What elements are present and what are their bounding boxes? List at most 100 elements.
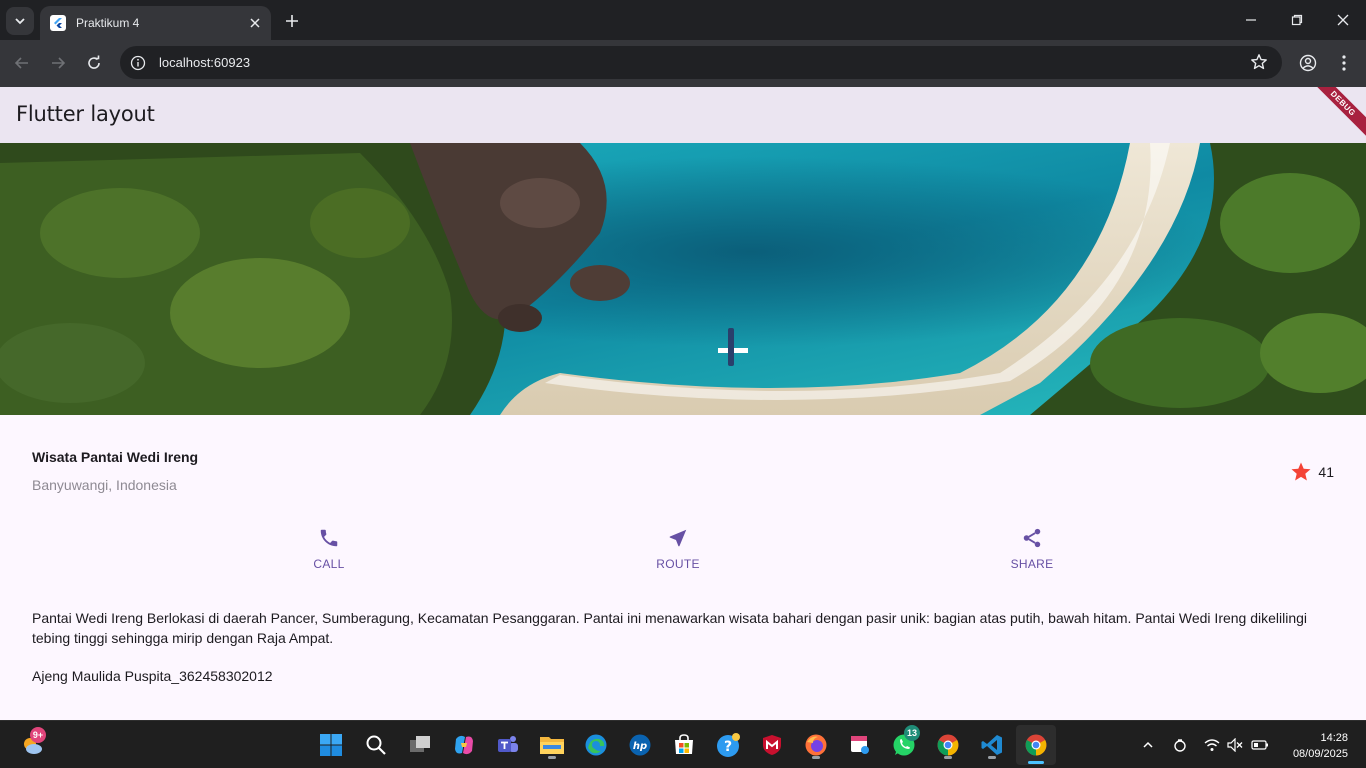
search-icon [366,735,386,755]
hp-icon: hp [629,734,651,756]
rating-count: 41 [1318,464,1334,480]
file-explorer-button[interactable] [536,729,568,761]
rating: 41 [1290,461,1334,483]
firefox-button[interactable] [800,729,832,761]
close-icon [1337,14,1349,26]
place-location: Banyuwangi, Indonesia [32,477,177,493]
site-info-icon[interactable] [130,55,146,71]
more-vertical-icon [1342,55,1346,71]
copilot-icon [455,735,473,755]
browser-tabstrip: Praktikum 4 [0,0,1366,40]
tab-search-button[interactable] [6,7,34,35]
restore-button[interactable] [1274,0,1320,40]
close-window-button[interactable] [1320,0,1366,40]
wifi-icon [1204,739,1220,751]
battery-tray-icon[interactable] [1250,735,1270,755]
profile-button[interactable] [1296,51,1320,75]
browser-tab[interactable]: Praktikum 4 [40,6,271,40]
windows-start-icon [320,734,342,756]
beach-hero-image [0,143,1366,415]
ms-store-button[interactable] [668,729,700,761]
url-text: localhost:60923 [159,55,251,70]
mcafee-button[interactable] [756,729,788,761]
search-button[interactable] [360,729,392,761]
edge-button[interactable] [580,729,612,761]
place-name: Wisata Pantai Wedi Ireng [32,449,199,465]
running-indicator [988,756,996,759]
page-title: Flutter layout [16,102,155,126]
help-button[interactable]: ? [712,729,744,761]
weather-badge: 9+ [30,727,46,743]
browser-menu-button[interactable] [1332,51,1356,75]
back-button[interactable] [10,51,34,75]
sync-tray-icon[interactable] [1170,735,1190,755]
chrome-icon [1025,734,1047,756]
snipping-tool-icon [851,736,869,754]
clock-time: 14:28 [1320,732,1348,744]
sync-icon [1174,739,1186,752]
description-text: Pantai Wedi Ireng Berlokasi di daerah Pa… [32,610,1308,646]
mcafee-shield-icon [763,735,781,755]
address-bar[interactable]: localhost:60923 [120,46,1282,79]
start-button[interactable] [315,729,347,761]
near-me-icon [669,529,687,547]
folder-icon [540,737,564,754]
hp-button[interactable]: hp [624,729,656,761]
task-view-icon [410,736,430,752]
restore-icon [1291,14,1303,26]
whatsapp-badge: 13 [904,725,920,741]
svg-text:hp: hp [633,741,647,752]
tab-close-button[interactable] [245,13,265,33]
tab-title: Praktikum 4 [76,16,140,30]
route-button[interactable]: ROUTE [638,527,718,571]
teams-button[interactable] [492,729,524,761]
action-buttons: CALL ROUTE SHARE [0,527,1366,577]
show-hidden-icons-button[interactable] [1138,735,1158,755]
share-label: SHARE [1010,557,1054,571]
browser-toolbar: localhost:60923 [0,40,1366,87]
phone-icon [320,529,338,547]
bookmark-star-icon[interactable] [1250,53,1268,71]
plus-icon [286,15,298,27]
chevron-down-icon [15,18,25,25]
forward-button[interactable] [46,51,70,75]
minimize-button[interactable] [1228,0,1274,40]
reload-button[interactable] [82,51,106,75]
weather-widget[interactable]: 9+ [16,727,48,761]
running-indicator [812,756,820,759]
route-label: ROUTE [656,557,700,571]
svg-text:?: ? [724,739,732,755]
battery-icon [1251,740,1268,750]
whatsapp-button[interactable]: 13 [888,725,920,761]
chrome-button[interactable] [1016,725,1056,765]
teams-icon [498,736,518,752]
running-indicator [944,756,952,759]
chrome-profile-button[interactable] [932,729,964,761]
volume-muted-icon [1227,738,1243,752]
arrow-right-icon [52,57,66,69]
edge-icon [585,734,607,756]
active-indicator [1028,761,1044,764]
clock[interactable]: 14:28 08/09/2025 [1293,730,1348,762]
task-view-button[interactable] [404,729,436,761]
copilot-button[interactable] [448,729,480,761]
vscode-button[interactable] [976,729,1008,761]
volume-tray-icon[interactable] [1225,735,1245,755]
star-icon [1291,462,1311,481]
debug-banner: DEBUG [1306,87,1366,140]
call-label: CALL [313,557,345,571]
share-button[interactable]: SHARE [992,527,1072,571]
wifi-tray-icon[interactable] [1202,735,1222,755]
clock-date: 08/09/2025 [1292,748,1348,760]
chrome-icon [937,734,959,756]
help-icon: ? [717,733,740,757]
share-icon [1023,528,1041,548]
reload-icon [88,55,100,69]
windows-taskbar: 9+ hp ? 13 14:28 08/09/2025 [0,720,1366,768]
snipping-tool-button[interactable] [844,729,876,761]
minimize-icon [1246,19,1256,21]
store-icon [675,734,693,754]
title-section: Wisata Pantai Wedi Ireng Banyuwangi, Ind… [32,447,1334,497]
new-tab-button[interactable] [280,9,304,33]
call-button[interactable]: CALL [289,527,369,571]
